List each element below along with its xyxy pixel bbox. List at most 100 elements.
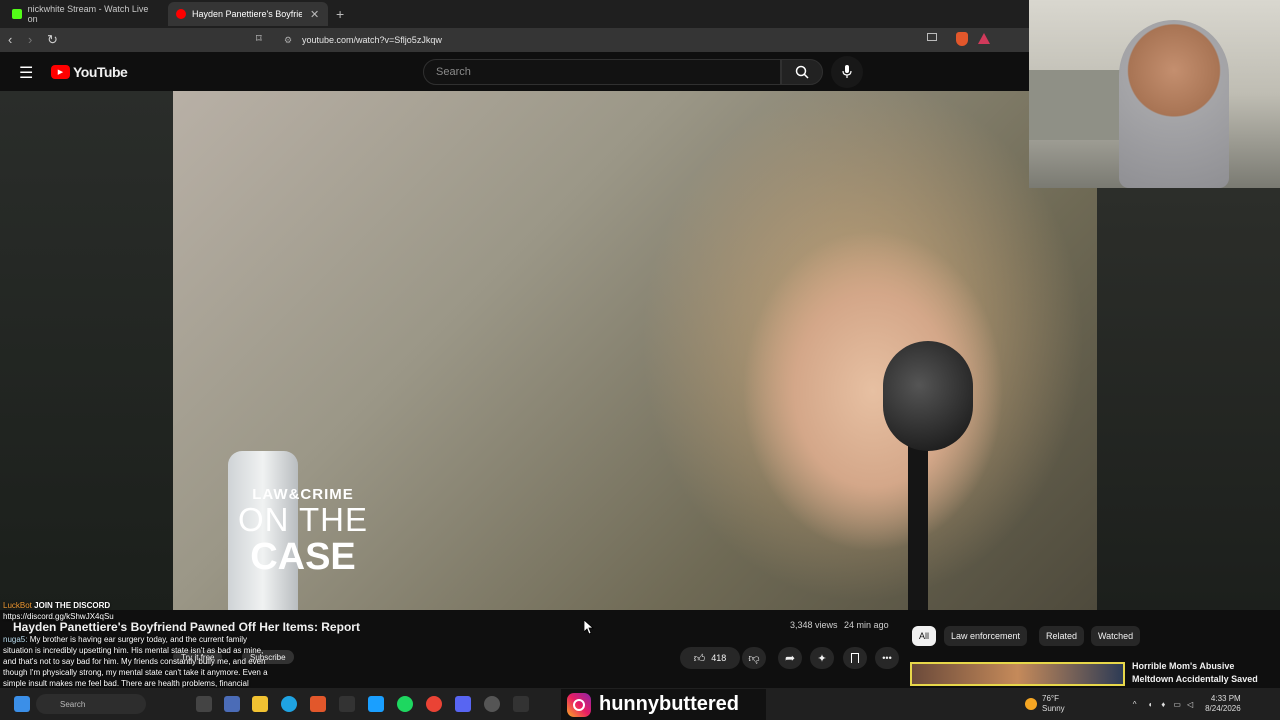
watermark-line2: ON THE (237, 501, 369, 538)
youtube-header: ☰ ▶ YouTube Search (0, 52, 1029, 92)
capcut-icon[interactable] (339, 696, 355, 712)
upload-age: 24 min ago (844, 620, 889, 630)
network-icon[interactable]: ◐ (1148, 700, 1153, 709)
youtube-icon (176, 9, 186, 19)
chrome-icon[interactable] (426, 696, 442, 712)
mouse-cursor-icon (584, 620, 594, 634)
like-count: 418 (711, 653, 727, 663)
chat-link: https://discord.gg/kShwJX4qSu (3, 612, 114, 621)
search-input[interactable]: Search (423, 59, 781, 85)
tab-kick-stream[interactable]: nickwhite Stream - Watch Live on (4, 2, 164, 26)
ambient-right (1097, 188, 1280, 610)
mic-tray-icon[interactable]: ♦ (1161, 700, 1165, 709)
bookmark-icon[interactable]: ⌑ (256, 32, 262, 45)
steam-icon[interactable] (368, 696, 384, 712)
obs-icon[interactable] (484, 696, 500, 712)
chat-username: nuga5: (3, 635, 28, 644)
brave-shield-icon[interactable] (956, 32, 968, 46)
microphone-stand-image (908, 441, 928, 610)
weather-desc: Sunny (1042, 704, 1065, 713)
reload-icon[interactable]: ↻ (47, 32, 58, 48)
stream-chat-overlay: LuckBot JOIN THE DISCORD https://discord… (3, 600, 273, 700)
save-button[interactable] (843, 647, 867, 669)
chip-label: Law enforcement (951, 631, 1021, 641)
microphone-icon (842, 65, 852, 78)
url-field[interactable]: ⚙ youtube.com/watch?v=Sfljo5zJkqw (278, 31, 998, 49)
bookmark-icon (851, 653, 859, 663)
volume-icon[interactable]: ◁ (1187, 700, 1193, 709)
chip-all[interactable]: All (912, 626, 937, 646)
clock[interactable]: 4:33 PM 8/24/2026 (1205, 694, 1241, 714)
menu-icon[interactable]: ☰ (19, 63, 33, 83)
recommended-video-thumbnail[interactable] (910, 662, 1125, 686)
kick-icon (12, 9, 22, 19)
app-icon[interactable] (513, 696, 529, 712)
microphone-image (883, 341, 973, 451)
watermark-line3: CASE (250, 536, 356, 578)
sparkle-icon: ✦ (817, 652, 827, 665)
browser-tab-bar: nickwhite Stream - Watch Live on Hayden … (0, 0, 1029, 28)
chip-label: Watched (1098, 631, 1134, 641)
chip-watched[interactable]: Watched (1091, 626, 1141, 646)
instagram-overlay: hunnybuttered (561, 689, 766, 720)
chevron-up-icon[interactable]: ^ (1133, 700, 1137, 709)
view-count: 3,348 views 24 min ago (790, 620, 889, 630)
discord-icon[interactable] (455, 696, 471, 712)
share-button[interactable]: ➦ (778, 647, 802, 669)
instagram-icon (567, 692, 591, 717)
chat-username: LuckBot (3, 601, 32, 610)
task-view-icon[interactable] (196, 696, 212, 712)
spotify-icon[interactable] (397, 696, 413, 712)
more-icon: ••• (882, 653, 892, 663)
brave-icon[interactable] (310, 696, 326, 712)
dislike-button[interactable]: 👎︎ (742, 647, 766, 669)
tab-title: Hayden Panettiere's Boyfriend (192, 9, 302, 19)
edge-icon[interactable] (281, 696, 297, 712)
taskbar-search[interactable]: Search (36, 694, 146, 714)
tab-youtube-video[interactable]: Hayden Panettiere's Boyfriend ✕ (168, 2, 328, 26)
views-text: 3,348 views (790, 620, 838, 630)
start-icon[interactable] (14, 696, 30, 712)
close-tab-icon[interactable]: ✕ (310, 8, 319, 21)
clock-time: 4:33 PM (1210, 694, 1241, 703)
cast-icon[interactable] (927, 33, 937, 41)
chip-law-enforcement[interactable]: Law enforcement (944, 626, 1028, 646)
voice-search-button[interactable] (831, 56, 863, 88)
like-button[interactable]: 👍︎ 418 (680, 647, 740, 669)
video-player[interactable]: LAW&CRIME ON THE CASE (173, 91, 1097, 610)
new-tab-icon[interactable]: + (336, 6, 344, 22)
chip-label: All (919, 631, 930, 641)
search-icon (795, 65, 809, 79)
channel-watermark: LAW&CRIME ON THE CASE (228, 486, 378, 577)
chat-text: JOIN THE DISCORD (34, 601, 111, 610)
streamer-image (1119, 20, 1229, 188)
taskbar-search-label: Search (60, 699, 86, 709)
back-icon[interactable]: ‹ (8, 32, 12, 47)
ambient-left (0, 91, 173, 610)
recommended-video-title[interactable]: Horrible Mom's Abusive Meltdown Accident… (1132, 660, 1272, 686)
ask-button[interactable]: ✦ (810, 647, 834, 669)
weather-widget[interactable]: 76°F Sunny (1042, 694, 1065, 714)
youtube-logo-text: YouTube (73, 64, 128, 80)
clock-date: 8/24/2026 (1205, 704, 1241, 713)
system-tray: 76°F Sunny ^ ◐ ♦ ▭ ◁ 4:33 PM 8/24/2026 (1025, 688, 1241, 720)
address-bar-row: ‹ › ↻ ⌑ ⚙ youtube.com/watch?v=Sfljo5zJkq… (0, 28, 1029, 52)
search-placeholder: Search (436, 66, 471, 78)
youtube-logo[interactable]: ▶ YouTube (51, 64, 128, 80)
url-text: youtube.com/watch?v=Sfljo5zJkqw (302, 35, 442, 45)
thumbs-up-icon: 👍︎ (693, 652, 706, 665)
file-explorer-icon[interactable] (252, 696, 268, 712)
forward-icon[interactable]: › (28, 32, 32, 47)
share-icon: ➦ (784, 651, 796, 665)
chip-label: Related (1046, 631, 1078, 641)
instagram-handle: hunnybuttered (599, 693, 739, 715)
more-actions-button[interactable]: ••• (875, 647, 899, 669)
chat-message: LuckBot JOIN THE DISCORD (3, 600, 273, 611)
chip-related[interactable]: Related (1039, 626, 1085, 646)
search-button[interactable] (781, 59, 823, 85)
store-icon[interactable] (224, 696, 240, 712)
display-icon[interactable]: ▭ (1173, 700, 1181, 709)
site-info-icon[interactable]: ⚙ (284, 35, 292, 46)
brave-rewards-icon[interactable] (978, 33, 990, 44)
youtube-play-icon: ▶ (51, 65, 70, 79)
